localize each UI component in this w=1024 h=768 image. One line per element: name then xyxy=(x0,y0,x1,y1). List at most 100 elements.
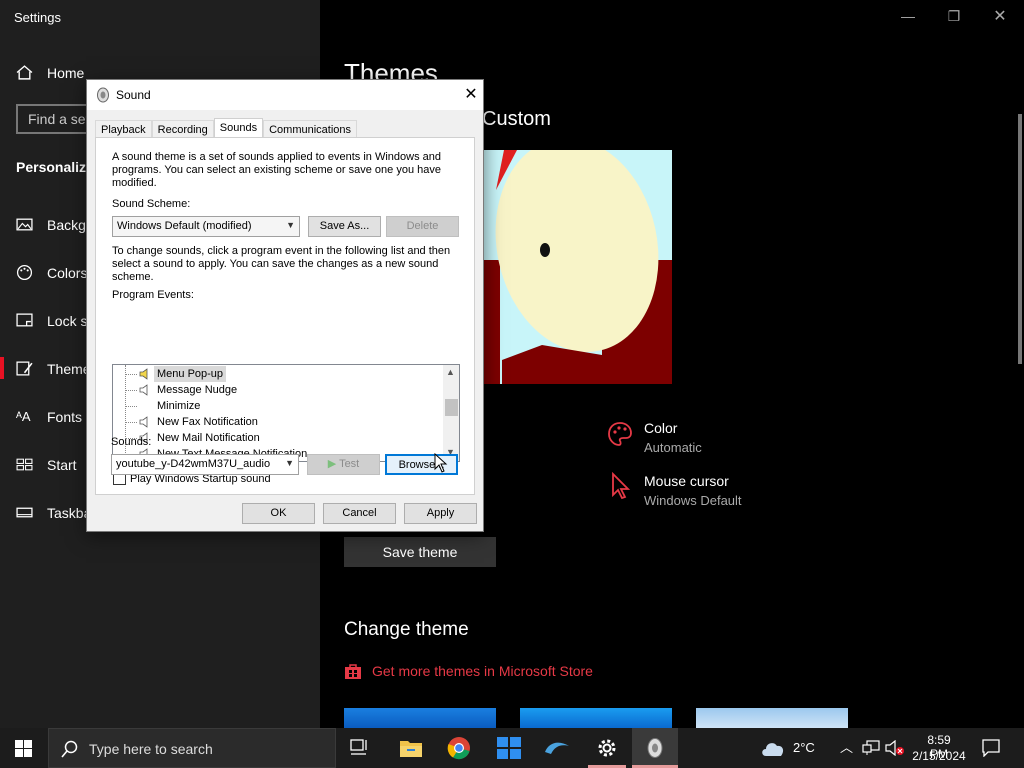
chevron-up-icon[interactable]: ︿ xyxy=(840,737,853,756)
tab-sounds[interactable]: Sounds xyxy=(213,118,264,139)
dialog-close-icon[interactable]: ✕ xyxy=(461,84,481,104)
sound-dialog: Sound ✕ Playback Recording Sounds Commun… xyxy=(86,79,484,532)
nav-colors-label: Colors xyxy=(47,264,88,281)
cloud-icon xyxy=(762,743,784,756)
sound-app-icon[interactable] xyxy=(646,737,664,759)
events-scroll-thumb[interactable] xyxy=(445,399,458,416)
list-item[interactable]: Message Nudge xyxy=(113,382,443,398)
speaker-icon xyxy=(139,384,148,396)
color-label[interactable]: Color xyxy=(644,420,677,436)
save-theme-button[interactable]: Save theme xyxy=(344,537,496,567)
list-item[interactable]: New Mail Notification xyxy=(113,430,443,446)
store-link[interactable]: Get more themes in Microsoft Store xyxy=(344,662,593,680)
content-scrollbar[interactable] xyxy=(1018,114,1022,364)
sounds-label: Sounds: xyxy=(111,436,152,448)
list-item-label: Message Nudge xyxy=(157,384,238,396)
nav-fonts-label: Fonts xyxy=(47,408,83,425)
fonts-icon: ᴬA xyxy=(16,409,31,424)
nav-home[interactable]: Home xyxy=(16,64,84,81)
minimize-icon[interactable]: — xyxy=(898,8,918,26)
test-button[interactable]: ▶ Test xyxy=(307,454,380,475)
test-button-label: Test xyxy=(339,458,360,470)
tree-connector xyxy=(125,374,137,375)
windows-start-icon[interactable] xyxy=(15,740,32,757)
scheme-select-value: Windows Default (modified) xyxy=(117,220,252,232)
volume-muted-icon[interactable] xyxy=(885,740,905,756)
mouse-cursor-value: Windows Default xyxy=(644,493,742,508)
clock-date[interactable]: 2/15/2024 xyxy=(911,749,967,763)
dialog-title: Sound xyxy=(116,88,151,102)
nav-colors[interactable]: Colors xyxy=(16,264,87,281)
theme-thumbnail[interactable] xyxy=(696,708,848,728)
mouse-cursor-icon xyxy=(612,472,631,500)
file-explorer-icon[interactable] xyxy=(399,738,423,758)
nav-background-label: Backgr xyxy=(47,216,91,233)
nav-fonts[interactable]: ᴬA Fonts xyxy=(16,408,82,425)
theme-thumbnail[interactable] xyxy=(344,708,496,728)
taskbar-icon xyxy=(16,507,33,518)
mouse-cursor-label[interactable]: Mouse cursor xyxy=(644,473,729,489)
list-item[interactable]: New Fax Notification xyxy=(113,414,443,430)
current-theme-title: Custom xyxy=(482,108,551,130)
home-icon xyxy=(16,65,33,80)
section-header: Personaliza xyxy=(16,159,94,175)
dolphin-icon[interactable] xyxy=(543,738,571,758)
network-icon[interactable] xyxy=(862,740,880,756)
start-grid-icon xyxy=(16,458,33,471)
intro-text: A sound theme is a set of sounds applied… xyxy=(112,151,441,189)
nav-start-label: Start xyxy=(47,456,77,473)
image-icon xyxy=(16,218,33,231)
delete-button[interactable]: Delete xyxy=(386,216,459,237)
ok-button[interactable]: OK xyxy=(242,503,315,524)
brush-icon xyxy=(16,361,33,376)
speaker-icon xyxy=(139,368,148,380)
change-theme-heading: Change theme xyxy=(344,619,469,640)
nav-active-indicator xyxy=(0,357,4,379)
list-item-label: Menu Pop-up xyxy=(154,366,227,382)
save-as-button[interactable]: Save As... xyxy=(308,216,381,237)
sound-file-select[interactable]: youtube_y-D42wmM37U_audio ▼ xyxy=(111,454,299,475)
list-item-label: New Fax Notification xyxy=(157,416,258,428)
sound-file-value: youtube_y-D42wmM37U_audio xyxy=(116,458,271,470)
nav-background[interactable]: Backgr xyxy=(16,216,91,233)
lock-screen-icon xyxy=(16,313,33,327)
taskbar-search-box[interactable]: Type here to search xyxy=(48,728,336,768)
nav-lock-screen[interactable]: Lock sc xyxy=(16,312,94,329)
weather-temp[interactable]: 2°C xyxy=(793,740,815,755)
theme-preview-art xyxy=(482,150,672,384)
store-icon xyxy=(345,664,361,679)
theme-thumbnail[interactable] xyxy=(520,708,672,728)
apply-button[interactable]: Apply xyxy=(404,503,477,524)
palette-icon xyxy=(16,264,33,281)
events-label: Program Events: xyxy=(112,289,194,301)
start-app-icon[interactable] xyxy=(496,736,522,760)
scroll-up-icon[interactable]: ▲ xyxy=(446,367,455,377)
taskbar: Type here to search 2°C ︿ 8:59 PM 2/15/2… xyxy=(0,728,1024,768)
nav-start[interactable]: Start xyxy=(16,456,77,473)
list-item-label: New Mail Notification xyxy=(157,432,260,444)
nav-themes-label: Theme xyxy=(47,360,91,377)
nav-themes[interactable]: Theme xyxy=(16,360,91,377)
nav-home-label: Home xyxy=(47,64,85,81)
notification-icon[interactable] xyxy=(982,739,1000,757)
chevron-down-icon: ▼ xyxy=(286,220,295,230)
store-link-label: Get more themes in Microsoft Store xyxy=(372,663,593,679)
cancel-button[interactable]: Cancel xyxy=(323,503,396,524)
chrome-icon[interactable] xyxy=(447,736,471,760)
dialog-titlebar[interactable]: Sound ✕ xyxy=(87,80,483,110)
program-events-list[interactable]: Menu Pop-up Message Nudge Minimize New Fax … xyxy=(112,364,460,462)
task-view-icon[interactable] xyxy=(350,739,370,757)
theme-preview-image xyxy=(482,150,672,384)
dialog-tabs: Playback Recording Sounds Communications xyxy=(95,118,358,139)
events-scrollbar[interactable]: ▲ ▼ xyxy=(443,365,459,461)
palette-icon xyxy=(608,422,632,446)
list-item[interactable]: Minimize xyxy=(113,398,443,414)
settings-gear-icon[interactable] xyxy=(596,737,618,759)
play-icon: ▶ xyxy=(327,458,337,470)
tree-connector xyxy=(125,422,137,423)
nav-taskbar[interactable]: Taskba xyxy=(16,504,91,521)
restore-icon[interactable]: ❐ xyxy=(944,8,964,26)
close-icon[interactable]: ✕ xyxy=(990,6,1010,25)
list-item[interactable]: Menu Pop-up xyxy=(113,366,443,382)
scheme-select[interactable]: Windows Default (modified) ▼ xyxy=(112,216,300,237)
